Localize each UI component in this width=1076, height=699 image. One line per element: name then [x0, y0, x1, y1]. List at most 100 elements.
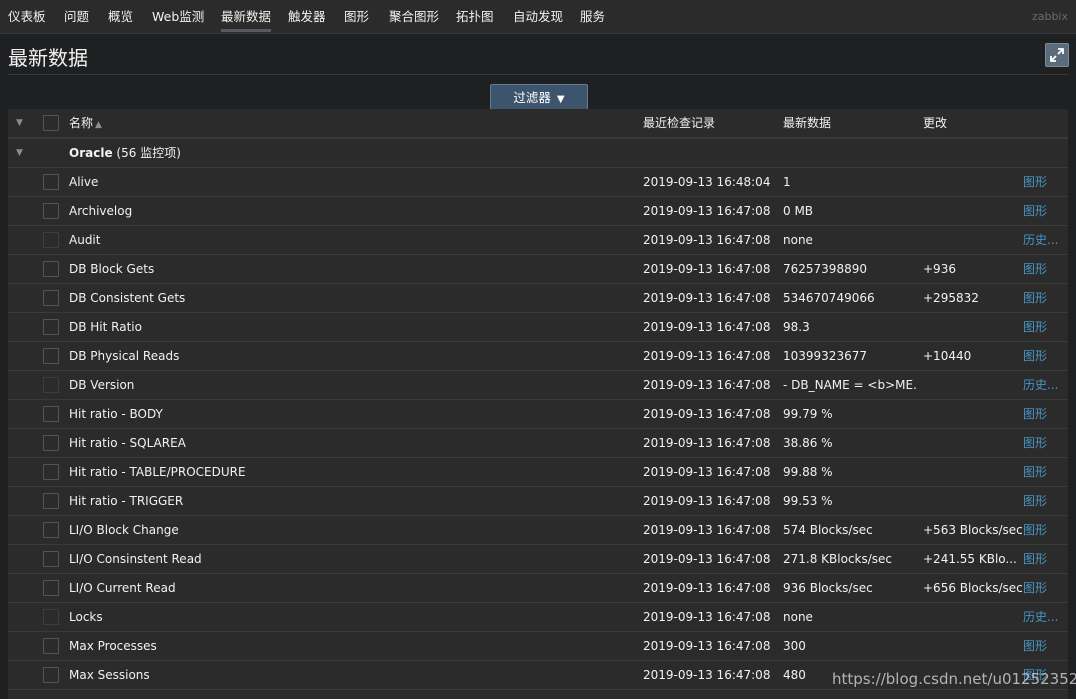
graph-link[interactable]: 图形 [1023, 197, 1068, 225]
filter-toggle-button[interactable]: 过滤器 ▼ [490, 84, 588, 111]
nav-item-2[interactable]: 概览 [108, 0, 133, 33]
last-check-time: 2019-09-13 16:47:08 [643, 668, 771, 682]
item-name: Hit ratio - BODY [69, 407, 163, 421]
graph-link[interactable]: 历史... [1023, 371, 1068, 399]
graph-link[interactable]: 图形 [1023, 313, 1068, 341]
row-checkbox[interactable] [43, 580, 59, 596]
last-value: 99.88 % [783, 465, 833, 479]
graph-link[interactable]: 图形 [1023, 429, 1068, 457]
select-all-checkbox[interactable] [43, 115, 59, 131]
watermark: https://blog.csdn.net/u012523524 [832, 670, 1076, 688]
value-change: +936 [923, 262, 956, 276]
last-check-time: 2019-09-13 16:47:08 [643, 581, 771, 595]
nav-item-1[interactable]: 问题 [64, 0, 89, 33]
column-header-change: 更改 [923, 116, 948, 130]
group-collapse-icon[interactable]: ▼ [16, 139, 23, 168]
nav-item-0[interactable]: 仪表板 [8, 0, 46, 33]
row-checkbox[interactable] [43, 406, 59, 422]
row-checkbox[interactable] [43, 522, 59, 538]
row-checkbox[interactable] [43, 377, 59, 393]
nav-item-8[interactable]: 拓扑图 [456, 0, 494, 33]
group-label: Oracle (56 监控项) [69, 139, 639, 167]
graph-link[interactable]: 图形 [1023, 574, 1068, 602]
graph-link[interactable]: 图形 [1023, 400, 1068, 428]
item-name: Archivelog [69, 204, 133, 218]
group-name: Oracle [69, 146, 113, 160]
graph-link[interactable]: 图形 [1023, 255, 1068, 283]
row-checkbox[interactable] [43, 464, 59, 480]
last-value: 300 [783, 639, 806, 653]
table-row: Hit ratio - TRIGGER 2019-09-13 16:47:08 99… [8, 487, 1068, 516]
table-row: LI/O Consinstent Read 2019-09-13 16:47:08… [8, 545, 1068, 574]
table-row: Max Processes 2019-09-13 16:47:08 300 图形 [8, 632, 1068, 661]
nav-item-10[interactable]: 服务 [580, 0, 605, 33]
table-row: Hit ratio - BODY 2019-09-13 16:47:08 99.79… [8, 400, 1068, 429]
sort-asc-icon: ▲ [95, 120, 102, 130]
last-check-time: 2019-09-13 16:47:08 [643, 204, 771, 218]
graph-link[interactable]: 历史... [1023, 603, 1068, 631]
last-check-time: 2019-09-13 16:47:08 [643, 523, 771, 537]
row-checkbox[interactable] [43, 638, 59, 654]
item-name: Audit [69, 233, 101, 247]
last-check-time: 2019-09-13 16:47:08 [643, 291, 771, 305]
row-checkbox[interactable] [43, 348, 59, 364]
nav-item-6[interactable]: 图形 [344, 0, 369, 33]
last-value: 98.3 [783, 320, 810, 334]
row-checkbox[interactable] [43, 493, 59, 509]
row-checkbox[interactable] [43, 290, 59, 306]
last-value: 38.86 % [783, 436, 833, 450]
item-name: LI/O Consinstent Read [69, 552, 202, 566]
last-check-time: 2019-09-13 16:47:08 [643, 378, 771, 392]
row-checkbox[interactable] [43, 261, 59, 277]
nav-item-7[interactable]: 聚合图形 [389, 0, 439, 33]
item-name: LI/O Block Change [69, 523, 179, 537]
last-value: 76257398890 [783, 262, 867, 276]
row-checkbox[interactable] [43, 174, 59, 190]
column-header-name[interactable]: 名称 ▲ [69, 109, 639, 140]
graph-link[interactable]: 图形 [1023, 168, 1068, 196]
row-checkbox[interactable] [43, 667, 59, 683]
graph-link[interactable]: 图形 [1023, 516, 1068, 544]
last-check-time: 2019-09-13 16:47:08 [643, 320, 771, 334]
item-name: LI/O Current Read [69, 581, 176, 595]
last-check-time: 2019-09-13 16:47:08 [643, 436, 771, 450]
row-checkbox[interactable] [43, 203, 59, 219]
graph-link[interactable]: 历史... [1023, 226, 1068, 254]
graph-link[interactable]: 图形 [1023, 284, 1068, 312]
nav-item-9[interactable]: 自动发现 [513, 0, 563, 33]
nav-item-3[interactable]: Web监测 [152, 0, 204, 33]
graph-link[interactable]: 图形 [1023, 458, 1068, 486]
collapse-all-icon[interactable]: ▼ [16, 109, 23, 138]
row-checkbox[interactable] [43, 551, 59, 567]
table-row: Hit ratio - TABLE/PROCEDURE 2019-09-13 16… [8, 458, 1068, 487]
column-header-last-check[interactable]: 最近检查记录 [643, 109, 778, 138]
table-row: LI/O Block Change 2019-09-13 16:47:08 574 … [8, 516, 1068, 545]
item-name: DB Physical Reads [69, 349, 180, 363]
item-name: Hit ratio - TABLE/PROCEDURE [69, 465, 246, 479]
table-row: Audit 2019-09-13 16:47:08 none 历史... [8, 226, 1068, 255]
row-checkbox[interactable] [43, 319, 59, 335]
chevron-down-icon: ▼ [556, 94, 565, 105]
graph-link[interactable]: 图形 [1023, 545, 1068, 573]
value-change: +10440 [923, 349, 972, 363]
graph-link[interactable]: 图形 [1023, 487, 1068, 515]
row-checkbox[interactable] [43, 232, 59, 248]
item-name: DB Version [69, 378, 135, 392]
divider [8, 74, 1068, 75]
row-checkbox[interactable] [43, 435, 59, 451]
nav-item-4[interactable]: 最新数据 [221, 0, 272, 33]
nav-item-5[interactable]: 触发器 [288, 0, 326, 33]
group-count: (56 监控项) [116, 146, 181, 160]
last-check-time: 2019-09-13 16:47:08 [643, 233, 771, 247]
table-header: ▼ 名称 ▲ 最近检查记录 最新数据 更改 [8, 109, 1068, 139]
page-title: 最新数据 [8, 46, 88, 70]
last-value: 1 [783, 175, 791, 189]
value-change: +241.55 KBlo... [923, 552, 1017, 566]
top-navigation: zabbix 仪表板 问题 概览 Web监测 最新数据 触发器 图形 聚合图形 拓扑图 自动发现服… [0, 0, 1076, 34]
row-checkbox[interactable] [43, 609, 59, 625]
graph-link[interactable]: 图形 [1023, 632, 1068, 660]
last-value: 10399323677 [783, 349, 867, 363]
graph-link[interactable]: 图形 [1023, 342, 1068, 370]
last-check-time: 2019-09-13 16:48:04 [643, 175, 771, 189]
fullscreen-button[interactable] [1045, 43, 1069, 67]
